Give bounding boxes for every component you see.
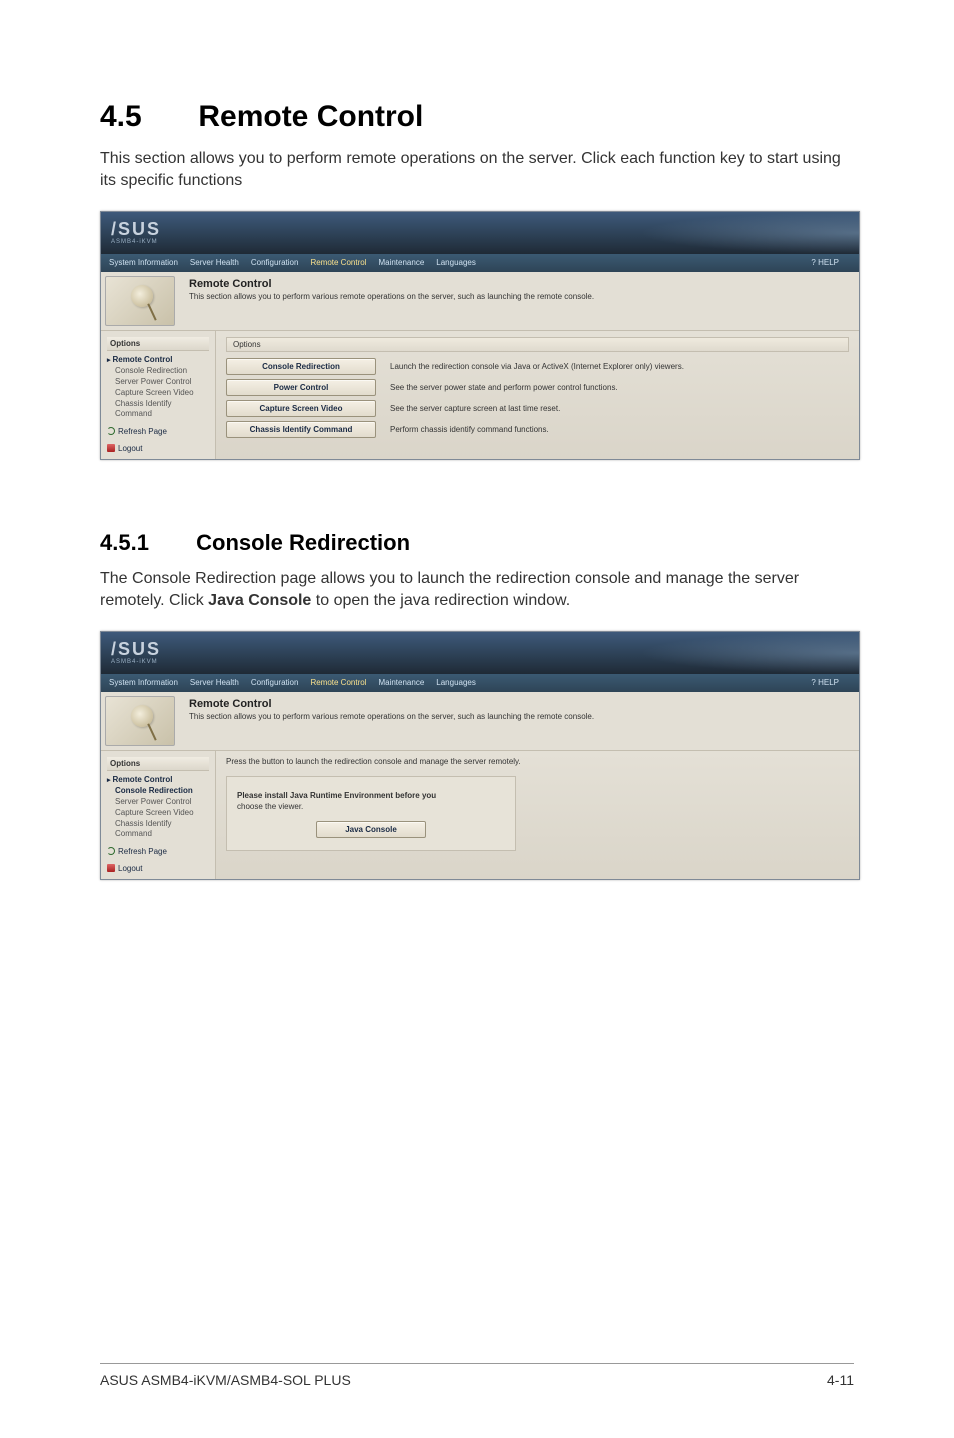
sidebar-item-chassis-identify-command[interactable]: Chassis Identify Command [115,399,209,419]
sidebar: Options Remote Control Console Redirecti… [101,751,216,879]
sidebar-head-remote-control[interactable]: Remote Control [107,355,209,364]
section-intro: This section allows you to perform remot… [100,148,854,193]
java-console-button[interactable]: Java Console [316,821,426,838]
summary-title: Remote Control [189,698,849,710]
summary-panel: Remote Control This section allows you t… [179,692,859,751]
content-panel: Options Console Redirection Launch the r… [216,331,859,459]
chassis-identify-command-button[interactable]: Chassis Identify Command [226,421,376,438]
screenshot-remote-control: /SUS ASMB4-iKVM System Information Serve… [100,211,860,460]
sidebar-logout[interactable]: Logout [107,864,209,873]
option-row-console-redirection: Console Redirection Launch the redirecti… [226,358,849,375]
sidebar-item-capture-screen-video[interactable]: Capture Screen Video [115,388,209,398]
sidebar-logout[interactable]: Logout [107,444,209,453]
chassis-identify-command-desc: Perform chassis identify command functio… [390,425,849,434]
logout-icon [107,864,115,872]
power-control-desc: See the server power state and perform p… [390,383,849,392]
press-button-text: Press the button to launch the redirecti… [226,757,849,766]
section-title: Remote Control [198,100,423,133]
nav-item-maintenance[interactable]: Maintenance [378,258,424,267]
option-row-capture-screen-video: Capture Screen Video See the server capt… [226,400,849,417]
option-row-power-control: Power Control See the server power state… [226,379,849,396]
sidebar-item-console-redirection[interactable]: Console Redirection [115,786,209,796]
subsection-title: Console Redirection [196,530,410,555]
sidebar-item-console-redirection[interactable]: Console Redirection [115,366,209,376]
help-link[interactable]: HELP [811,678,839,687]
shot-nav: System Information Server Health Configu… [101,254,859,272]
nav-item-server-health[interactable]: Server Health [190,678,239,687]
sidebar-item-server-power-control[interactable]: Server Power Control [115,377,209,387]
nav-item-configuration[interactable]: Configuration [251,258,299,267]
nav-item-languages[interactable]: Languages [436,258,476,267]
sidebar-logout-label: Logout [118,444,142,453]
sidebar-refresh-page[interactable]: Refresh Page [107,427,209,436]
nav-item-maintenance[interactable]: Maintenance [378,678,424,687]
sidebar-options-heading: Options [107,757,209,771]
nav-item-system-information[interactable]: System Information [109,258,178,267]
asus-logo: /SUS [111,640,161,658]
shot-nav: System Information Server Health Configu… [101,674,859,692]
java-install-note-line1: Please install Java Runtime Environment … [237,791,505,800]
console-redirection-button[interactable]: Console Redirection [226,358,376,375]
section-heading: 4.5 Remote Control [100,100,854,134]
summary-title: Remote Control [189,278,849,290]
subsection-intro-bold: Java Console [208,592,311,609]
logout-icon [107,444,115,452]
console-redirection-desc: Launch the redirection console via Java … [390,362,849,371]
sidebar-refresh-page[interactable]: Refresh Page [107,847,209,856]
sidebar-logout-label: Logout [118,864,142,873]
header-glow [639,212,859,254]
screenshot-console-redirection: /SUS ASMB4-iKVM System Information Serve… [100,631,860,880]
subsection-number: 4.5.1 [100,530,190,556]
content-panel: Press the button to launch the redirecti… [216,751,859,879]
power-control-button[interactable]: Power Control [226,379,376,396]
summary-thumb-icon [105,696,175,746]
summary-panel: Remote Control This section allows you t… [179,272,859,331]
subsection-heading: 4.5.1 Console Redirection [100,530,854,556]
shot-header: /SUS ASMB4-iKVM [101,212,859,254]
sidebar-head-remote-control[interactable]: Remote Control [107,775,209,784]
java-install-note-line2: choose the viewer. [237,802,505,811]
nav-item-system-information[interactable]: System Information [109,678,178,687]
refresh-icon [107,427,115,435]
section-number: 4.5 [100,100,190,134]
header-glow [639,632,859,674]
summary-desc: This section allows you to perform vario… [189,712,849,721]
nav-item-remote-control[interactable]: Remote Control [310,678,366,687]
refresh-icon [107,847,115,855]
sidebar-refresh-label: Refresh Page [118,847,167,856]
sidebar-options-heading: Options [107,337,209,351]
option-row-chassis-identify: Chassis Identify Command Perform chassis… [226,421,849,438]
nav-item-remote-control[interactable]: Remote Control [310,258,366,267]
asus-logo: /SUS [111,220,161,238]
summary-thumb-icon [105,276,175,326]
asus-logo-sub: ASMB4-iKVM [111,239,161,245]
summary-desc: This section allows you to perform vario… [189,292,849,301]
sidebar-item-capture-screen-video[interactable]: Capture Screen Video [115,808,209,818]
nav-item-languages[interactable]: Languages [436,678,476,687]
shot-header: /SUS ASMB4-iKVM [101,632,859,674]
content-options-heading: Options [226,337,849,352]
nav-item-configuration[interactable]: Configuration [251,678,299,687]
subsection-intro-post: to open the java redirection window. [311,592,570,609]
sidebar: Options Remote Control Console Redirecti… [101,331,216,459]
subsection-intro: The Console Redirection page allows you … [100,568,854,613]
sidebar-item-chassis-identify-command[interactable]: Chassis Identify Command [115,819,209,839]
footer-right: 4-11 [827,1372,854,1388]
footer-left: ASUS ASMB4-iKVM/ASMB4-SOL PLUS [100,1372,351,1388]
asus-logo-sub: ASMB4-iKVM [111,659,161,665]
page-footer: ASUS ASMB4-iKVM/ASMB4-SOL PLUS 4-11 [100,1363,854,1388]
capture-screen-video-desc: See the server capture screen at last ti… [390,404,849,413]
nav-item-server-health[interactable]: Server Health [190,258,239,267]
sidebar-refresh-label: Refresh Page [118,427,167,436]
sidebar-item-server-power-control[interactable]: Server Power Control [115,797,209,807]
help-link[interactable]: HELP [811,258,839,267]
capture-screen-video-button[interactable]: Capture Screen Video [226,400,376,417]
